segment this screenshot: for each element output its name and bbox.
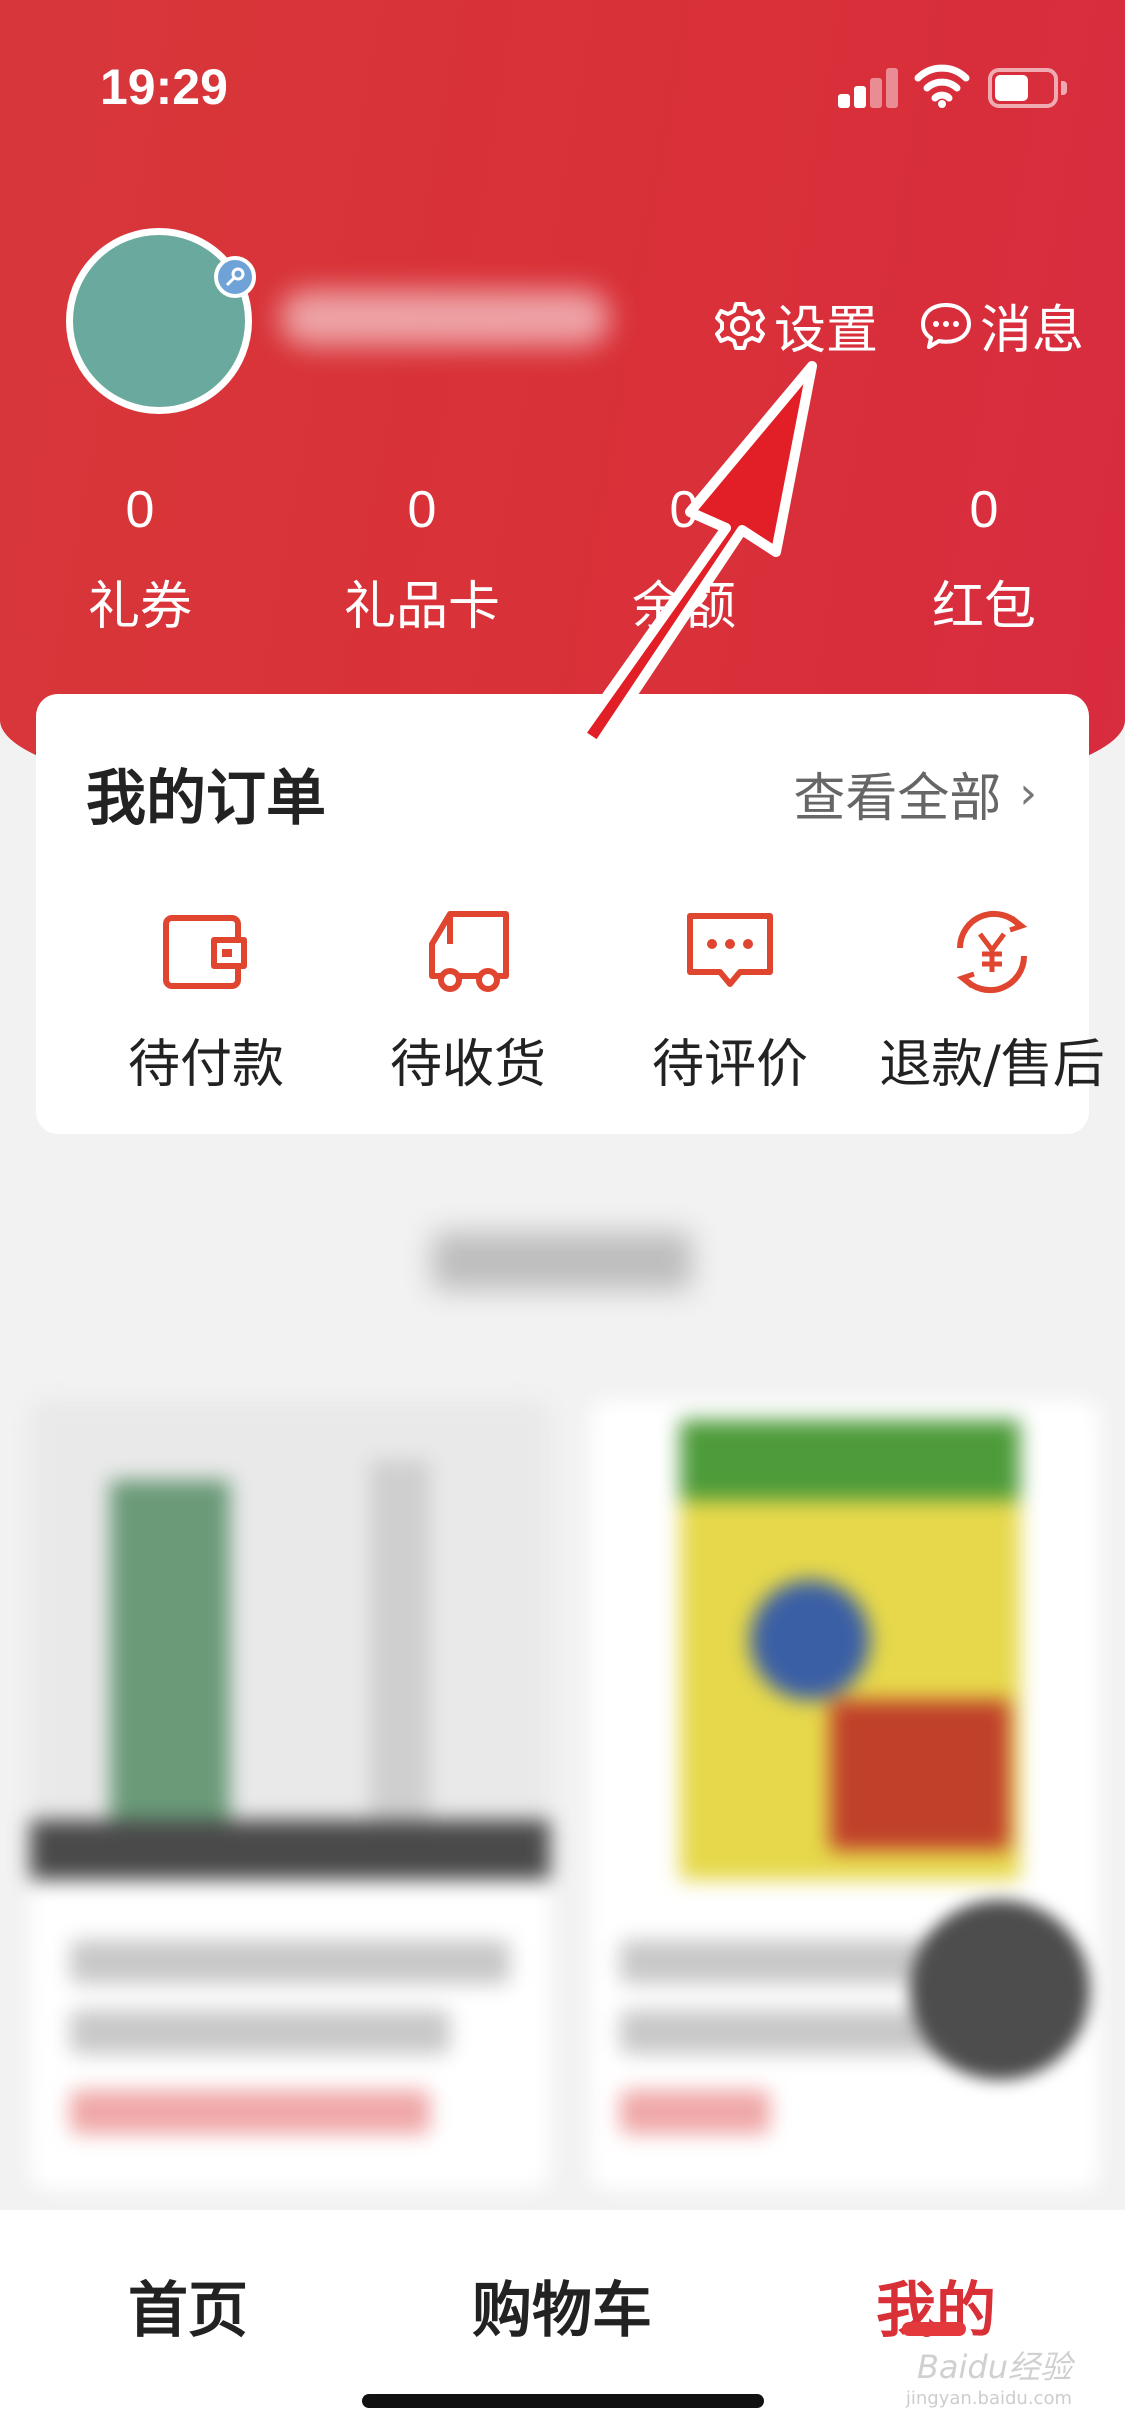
order-pending-payment[interactable]: 待付款 bbox=[76, 904, 336, 1097]
stat-value: 0 bbox=[125, 481, 155, 539]
key-icon bbox=[225, 267, 245, 287]
view-all-orders-link[interactable]: 查看全部 › bbox=[793, 756, 1037, 831]
stat-label: 礼券 bbox=[87, 577, 192, 637]
stat-value: 0 bbox=[669, 481, 699, 539]
settings-button[interactable]: 设置 bbox=[712, 288, 878, 363]
stat-balance[interactable]: 0 余额 bbox=[564, 480, 804, 639]
baidu-watermark: Baidu经验 jingyan.baidu.com bbox=[862, 2342, 1072, 2409]
messages-button[interactable]: 消息 bbox=[918, 288, 1084, 363]
stat-coupons[interactable]: 0 礼券 bbox=[20, 480, 260, 639]
watermark-domain: jingyan.baidu.com bbox=[905, 2388, 1072, 2409]
order-item-label: 待评价 bbox=[651, 1035, 808, 1095]
avatar-badge-icon bbox=[214, 256, 256, 298]
cellular-signal-icon bbox=[838, 68, 900, 108]
battery-icon bbox=[988, 68, 1068, 108]
orders-title: 我的订单 bbox=[86, 764, 326, 834]
refund-yen-icon bbox=[956, 910, 1028, 994]
order-pending-receipt[interactable]: 待收货 bbox=[338, 904, 598, 1097]
chat-bubble-icon bbox=[921, 302, 971, 349]
status-bar: 19:29 bbox=[0, 0, 1125, 150]
delivery-truck-icon bbox=[429, 911, 509, 992]
order-item-label: 待付款 bbox=[127, 1035, 284, 1095]
watermark-brand: Baidu经验 bbox=[916, 2348, 1072, 2386]
stat-label: 红包 bbox=[931, 577, 1036, 637]
stat-value: 0 bbox=[407, 481, 437, 539]
order-item-label: 待收货 bbox=[389, 1035, 546, 1095]
order-pending-review[interactable]: 待评价 bbox=[600, 904, 860, 1097]
recommendation-title-blurred bbox=[432, 1232, 692, 1290]
stat-label: 礼品卡 bbox=[343, 577, 500, 637]
view-all-label: 查看全部 bbox=[793, 769, 1002, 829]
floating-action-button[interactable] bbox=[910, 1900, 1090, 2080]
home-indicator bbox=[362, 2394, 764, 2408]
tab-home[interactable]: 首页 bbox=[128, 2262, 248, 2349]
comment-icon bbox=[687, 913, 773, 987]
user-avatar[interactable] bbox=[66, 228, 252, 414]
active-tab-indicator bbox=[902, 2322, 966, 2336]
chevron-right-icon: › bbox=[1019, 768, 1037, 819]
status-time: 19:29 bbox=[100, 59, 228, 115]
stat-label: 余额 bbox=[631, 577, 736, 637]
stat-value: 0 bbox=[969, 481, 999, 539]
username-blurred bbox=[280, 290, 610, 346]
order-item-label: 退款/售后 bbox=[879, 1035, 1105, 1095]
order-refund-after-sales[interactable]: 退款/售后 bbox=[862, 904, 1122, 1097]
product-card[interactable] bbox=[30, 1400, 550, 2190]
stat-red-packets[interactable]: 0 红包 bbox=[864, 480, 1104, 639]
wifi-icon bbox=[914, 64, 970, 108]
my-orders-card: 我的订单 查看全部 › 待付款 待收货 待评价 退款/售后 bbox=[36, 694, 1105, 1134]
gear-icon bbox=[715, 301, 765, 350]
recommended-products bbox=[0, 1380, 1125, 2200]
account-stats: 0 礼券 0 礼品卡 0 余额 0 红包 bbox=[0, 480, 1125, 640]
wallet-icon bbox=[163, 915, 247, 989]
messages-label: 消息 bbox=[980, 301, 1085, 361]
settings-label: 设置 bbox=[774, 301, 879, 361]
stat-gift-cards[interactable]: 0 礼品卡 bbox=[302, 480, 542, 639]
tab-cart[interactable]: 购物车 bbox=[472, 2262, 652, 2349]
